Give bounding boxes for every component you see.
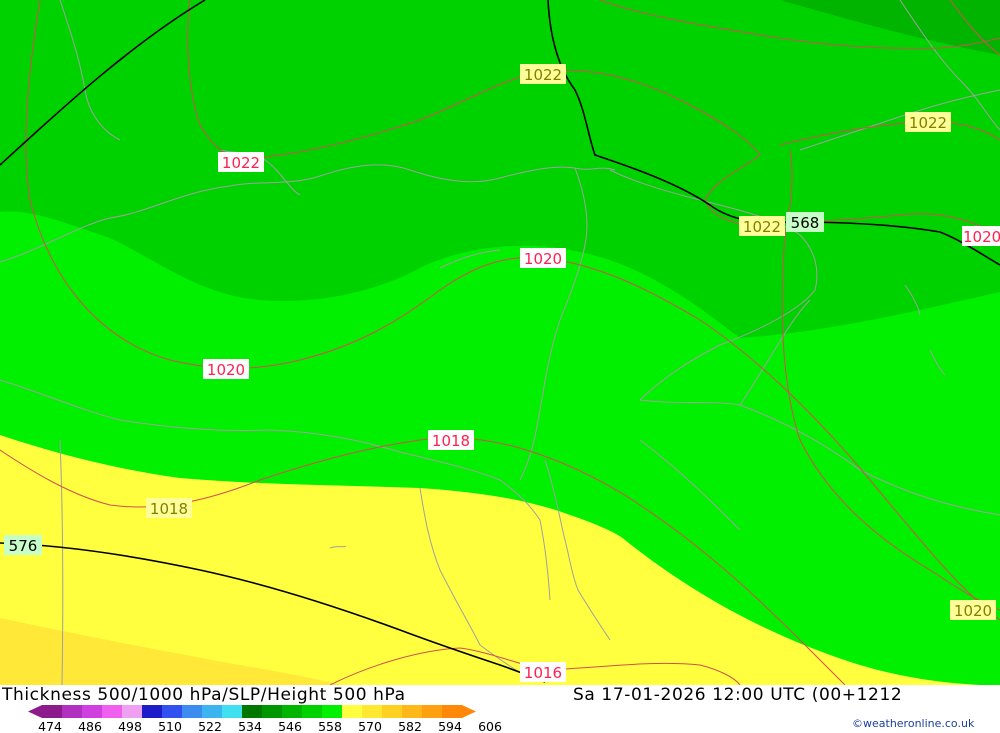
height-label-text: 568 [791,214,820,232]
legend-arrow-right [462,705,476,718]
isobar-label: 1022 [520,64,566,84]
isobar-label-text: 1022 [909,114,947,132]
legend-swatches [28,705,476,718]
isobar-label: 1022 [739,216,785,236]
credit-link[interactable]: ©weatheronline.co.uk [852,717,974,730]
legend-swatch [242,705,262,718]
isobar-label: 1020 [962,226,1000,246]
legend-swatch [422,705,442,718]
isobar-label: 1022 [905,112,951,132]
legend-swatch [262,705,282,718]
legend-swatch [322,705,342,718]
legend-tick-label: 558 [318,719,342,733]
legend-swatch [142,705,162,718]
legend-tick-label: 546 [278,719,302,733]
isobar-label: 1016 [520,662,566,682]
isobar-label-text: 1020 [207,361,245,379]
legend-tick-label: 582 [398,719,422,733]
map-footer: Thickness 500/1000 hPa/SLP/Height 500 hP… [0,685,1000,733]
isobar-label-text: 1018 [432,432,470,450]
isobar-label-text: 1018 [150,500,188,518]
legend-swatch [342,705,362,718]
legend-swatch [102,705,122,718]
isobar-label: 1020 [520,248,566,268]
isobar-label-text: 1022 [524,66,562,84]
isobar-label: 1020 [950,600,996,620]
legend-tick-label: 498 [118,719,142,733]
height-label-text: 576 [9,537,38,555]
legend-swatch [62,705,82,718]
isobar-label: 1018 [146,498,192,518]
legend-tick-label: 510 [158,719,182,733]
isobar-label: 1022 [218,152,264,172]
weather-map: 1022 1022 1022 1022 1020 1020 1020 1018 … [0,0,1000,685]
legend-tick-label: 606 [478,719,502,733]
height-label: 576 [4,535,42,555]
legend-tick-label: 474 [38,719,62,733]
legend-tick-label: 486 [78,719,102,733]
legend-swatch [42,705,62,718]
isobar-label-text: 1016 [524,664,562,682]
legend-swatch [222,705,242,718]
legend-swatch [202,705,222,718]
map-valid-time: Sa 17-01-2026 12:00 UTC (00+1212 [573,685,903,705]
legend-ticks: 474 486 498 510 522 534 546 558 570 582 594 606 [38,719,502,733]
isobar-label-text: 1020 [524,250,562,268]
isobar-label-text: 1022 [222,154,260,172]
color-legend: 474 486 498 510 522 534 546 558 570 582 594 606 [28,705,502,733]
legend-arrow-left [28,705,42,718]
isobar-label-text: 1022 [743,218,781,236]
legend-swatch [402,705,422,718]
legend-tick-label: 594 [438,719,462,733]
legend-tick-label: 534 [238,719,262,733]
legend-swatch [82,705,102,718]
legend-tick-label: 570 [358,719,382,733]
legend-swatch [362,705,382,718]
isobar-label: 1020 [203,359,249,379]
isobar-label-text: 1020 [963,228,1000,246]
legend-swatch [122,705,142,718]
legend-swatch [302,705,322,718]
map-title: Thickness 500/1000 hPa/SLP/Height 500 hP… [2,685,406,705]
legend-swatch [442,705,462,718]
isobar-label: 1018 [428,430,474,450]
isobar-label-text: 1020 [954,602,992,620]
height-label: 568 [786,212,824,232]
legend-swatch [182,705,202,718]
legend-swatch [162,705,182,718]
legend-swatch [282,705,302,718]
legend-tick-label: 522 [198,719,222,733]
legend-swatch [382,705,402,718]
